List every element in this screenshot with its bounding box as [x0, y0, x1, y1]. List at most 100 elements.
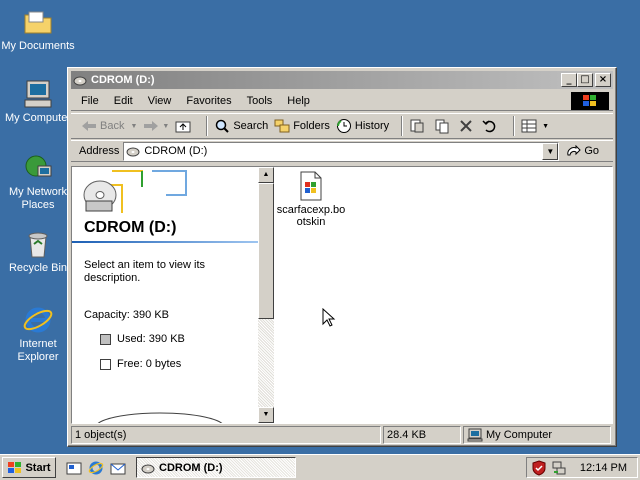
status-bar: 1 object(s) 28.4 KB My Computer — [71, 426, 613, 444]
desktop-icon-label: Internet Explorer — [17, 338, 59, 363]
address-value: CDROM (D:) — [144, 145, 208, 157]
outlook-express-icon[interactable] — [110, 460, 126, 476]
address-bar: Address CDROM (D:) ▼ Go — [71, 140, 613, 162]
views-icon — [521, 119, 537, 133]
cdrom-banner-icon — [83, 170, 187, 213]
network-tray-icon[interactable] — [551, 460, 567, 476]
history-icon — [336, 119, 351, 133]
desktop-icon-label: My Network Places — [8, 186, 68, 211]
window-title: CDROM (D:) — [91, 74, 155, 86]
free-swatch — [100, 358, 111, 370]
security-shield-icon[interactable] — [531, 459, 547, 476]
standard-toolbar: Back ▼ ▼ Search Folders History ▼ — [71, 113, 613, 139]
search-button[interactable]: Search — [214, 115, 268, 137]
used-text: Used: 390 KB — [117, 333, 185, 345]
move-to-icon — [410, 119, 424, 133]
menu-help[interactable]: Help — [287, 95, 310, 107]
free-legend: Free: 0 bytes — [100, 358, 181, 370]
quick-launch — [66, 460, 126, 476]
up-folder-button[interactable] — [175, 115, 194, 137]
undo-icon — [482, 120, 496, 133]
start-button[interactable]: Start — [2, 457, 56, 478]
computer-icon — [467, 428, 483, 442]
desktop-icon-my-computer[interactable]: My Computer — [0, 78, 76, 125]
menu-favorites[interactable]: Favorites — [186, 95, 231, 107]
desktop-icon-label: My Computer — [4, 112, 72, 124]
toolbar-separator — [206, 116, 209, 136]
desktop-icon-recycle-bin[interactable]: Recycle Bin — [0, 228, 76, 275]
folder-icon — [24, 11, 52, 34]
network-icon — [25, 155, 52, 177]
desktop-icon-label: Recycle Bin — [8, 262, 68, 274]
status-objects: 1 object(s) — [71, 426, 381, 444]
vertical-scrollbar[interactable]: ▲ ▼ — [258, 167, 274, 423]
desktop-icon-label: My Documents — [1, 40, 75, 52]
title-bar[interactable]: CDROM (D:) _ □ × — [71, 71, 613, 89]
address-input[interactable]: CDROM (D:) ▼ — [123, 141, 560, 161]
menu-tools[interactable]: Tools — [247, 95, 273, 107]
forward-button[interactable]: ▼ — [143, 115, 169, 137]
taskbar-button-cdrom[interactable]: CDROM (D:) — [136, 457, 296, 478]
explorer-window[interactable]: CDROM (D:) _ □ × File Edit View Favorite… — [67, 67, 617, 447]
scroll-thumb[interactable] — [258, 183, 274, 319]
copy-to-button[interactable] — [434, 115, 453, 137]
file-name: scarfacexp.bo otskin — [276, 204, 346, 228]
desktop-icon-my-network-places[interactable]: My Network Places — [0, 152, 76, 212]
views-button[interactable]: ▼ — [521, 115, 549, 137]
ie-icon — [23, 307, 53, 333]
scroll-down-button[interactable]: ▼ — [258, 407, 274, 423]
maximize-button[interactable]: □ — [577, 73, 593, 87]
free-text: Free: 0 bytes — [117, 358, 182, 370]
menu-edit[interactable]: Edit — [114, 95, 133, 107]
toolbar-separator — [513, 116, 516, 136]
cdrom-icon — [126, 147, 140, 157]
move-to-button[interactable] — [409, 115, 428, 137]
back-button[interactable]: Back ▼ — [81, 115, 137, 137]
used-swatch — [100, 333, 111, 345]
pane-description: Select an item to view its description. — [84, 259, 206, 284]
file-item[interactable]: scarfacexp.bo otskin — [276, 171, 346, 228]
computer-icon — [24, 80, 52, 108]
back-arrow-icon — [82, 121, 96, 131]
desktop-icon-my-documents[interactable]: My Documents — [0, 6, 76, 53]
pane-title: CDROM (D:) — [84, 219, 177, 236]
copy-to-icon — [435, 119, 449, 134]
delete-icon — [460, 120, 472, 132]
web-view-pane: CDROM (D:) Select an item to view its de… — [72, 167, 258, 423]
go-arrow-icon — [567, 145, 582, 156]
recycle-bin-icon — [28, 232, 48, 258]
disk-usage-pie — [97, 412, 223, 423]
cdrom-icon — [73, 76, 87, 86]
toolbar-separator — [401, 116, 404, 136]
menu-view[interactable]: View — [148, 95, 172, 107]
pane-divider — [72, 241, 258, 243]
status-zone: My Computer — [463, 426, 611, 444]
menu-bar: File Edit View Favorites Tools Help — [71, 91, 613, 111]
mouse-cursor-icon — [322, 308, 336, 327]
status-size: 28.4 KB — [383, 426, 461, 444]
desktop-icon-internet-explorer[interactable]: Internet Explorer — [0, 304, 76, 364]
minimize-button[interactable]: _ — [561, 73, 577, 87]
windows-logo-icon — [571, 92, 609, 110]
close-button[interactable]: × — [595, 73, 611, 87]
address-dropdown-button[interactable]: ▼ — [542, 142, 559, 160]
show-desktop-icon[interactable] — [66, 460, 82, 476]
up-folder-icon — [175, 121, 191, 133]
clock[interactable]: 12:14 PM — [580, 462, 627, 474]
undo-button[interactable] — [482, 115, 501, 137]
forward-arrow-icon — [144, 121, 159, 131]
address-label: Address — [79, 145, 120, 157]
skin-file-icon — [300, 171, 322, 201]
cdrom-icon — [141, 464, 155, 473]
go-button[interactable]: Go — [567, 145, 599, 157]
search-icon — [216, 119, 230, 133]
menu-file[interactable]: File — [81, 95, 99, 107]
scroll-up-button[interactable]: ▲ — [258, 167, 274, 183]
history-button[interactable]: History — [336, 115, 389, 137]
ie-icon[interactable] — [88, 460, 104, 476]
folders-icon — [274, 119, 290, 133]
system-tray: 12:14 PM — [526, 457, 638, 478]
folders-button[interactable]: Folders — [274, 115, 330, 137]
delete-button[interactable] — [459, 115, 476, 137]
content-area[interactable]: CDROM (D:) Select an item to view its de… — [71, 166, 613, 424]
